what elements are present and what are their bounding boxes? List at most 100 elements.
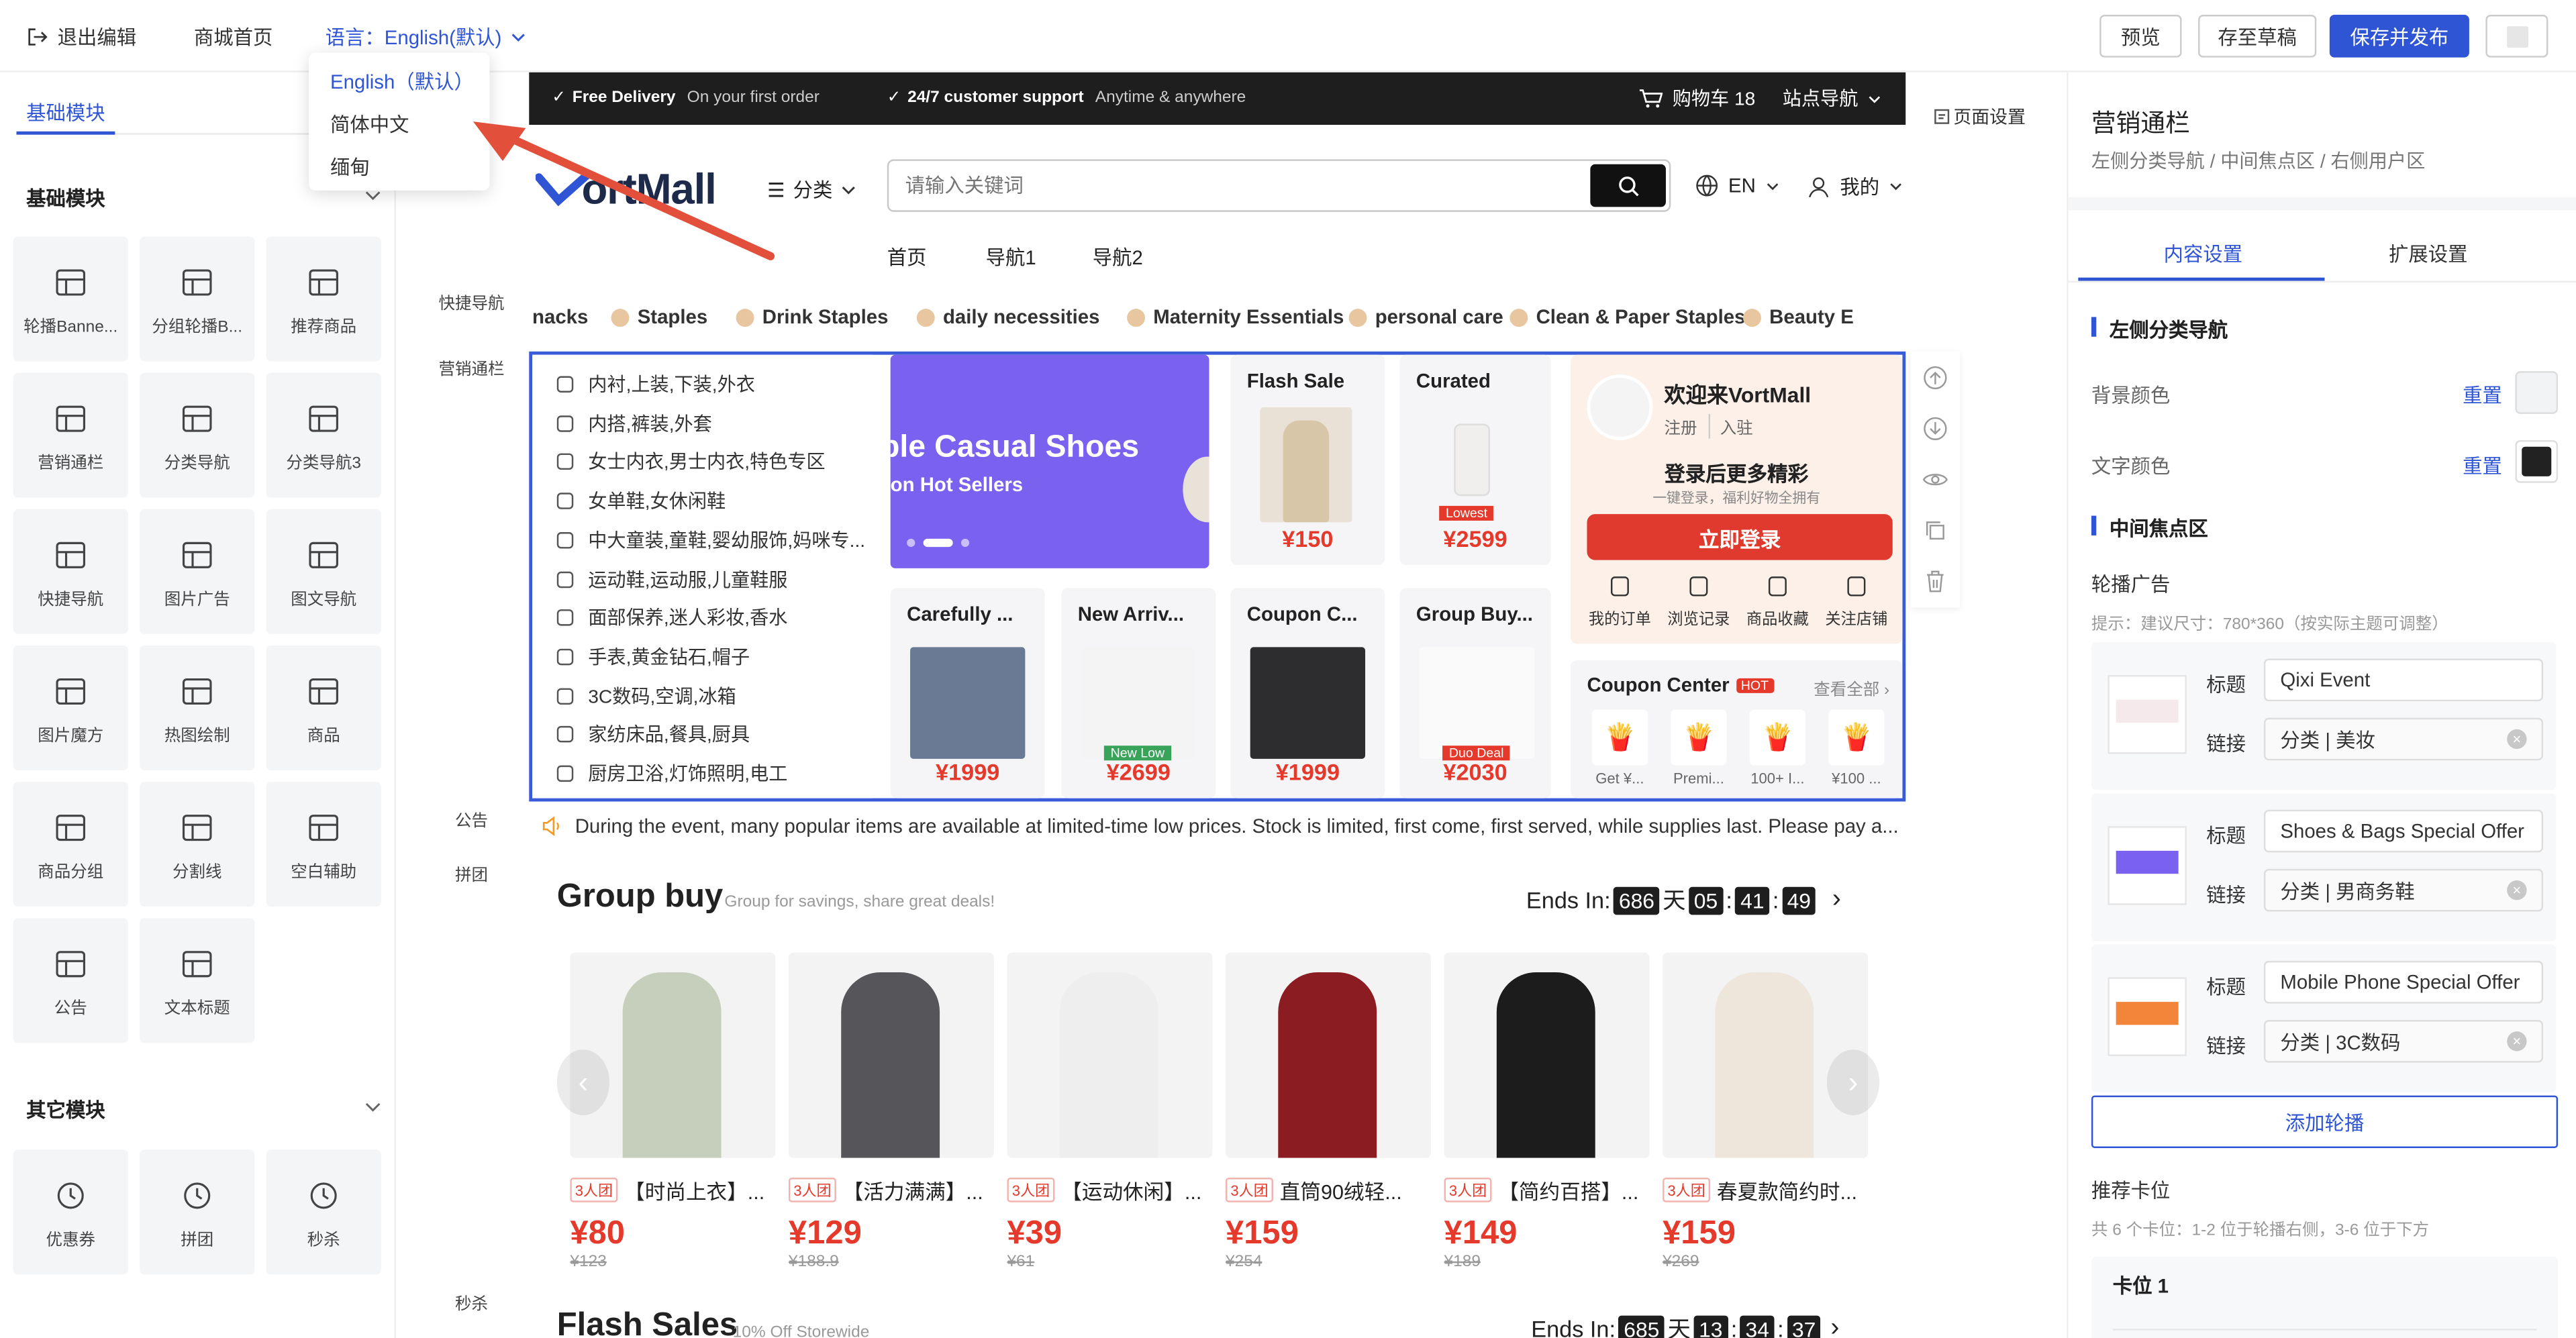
clear-icon[interactable]: × xyxy=(2507,729,2527,750)
module-tile-carousel-banner[interactable]: 轮播Banne... xyxy=(13,236,128,362)
module-tile-marketing-bar[interactable]: 营销通栏 xyxy=(13,372,128,498)
group-buy-product[interactable]: 3人团 【时尚上衣】... ¥80 ¥123 xyxy=(570,952,776,1272)
category-item[interactable]: 面部保养,迷人彩妆,香水 xyxy=(555,605,787,631)
coupon-item[interactable]: 🍟 Premi... xyxy=(1665,709,1734,786)
side-label-marketing-bar[interactable]: 营销通栏 xyxy=(421,355,523,379)
coupon-item[interactable]: 🍟 Get ¥... xyxy=(1585,709,1654,786)
module-tile-quick-nav[interactable]: 快捷导航 xyxy=(13,509,128,634)
group-buy-product[interactable]: 3人团 【简约百搭】... ¥149 ¥189 xyxy=(1444,952,1650,1272)
module-tile-product-group[interactable]: 商品分组 xyxy=(13,782,128,907)
group-buy-product[interactable]: 3人团 【运动休闲】... ¥39 ¥61 xyxy=(1007,952,1213,1272)
tab-basic-modules[interactable]: 基础模块 xyxy=(26,99,105,127)
text-color-swatch[interactable] xyxy=(2515,440,2559,483)
nav-item-2[interactable]: 导航2 xyxy=(1093,243,1143,271)
add-carousel-button[interactable]: 添加轮播 xyxy=(2091,1095,2559,1148)
module-tile-recommend-products[interactable]: 推荐商品 xyxy=(266,236,381,362)
module-tile-divider-line[interactable]: 分割线 xyxy=(140,782,255,907)
copy-icon[interactable] xyxy=(1922,517,1948,544)
side-label-flash-sale[interactable]: 秒杀 xyxy=(421,1289,523,1314)
language-option-chinese[interactable]: 简体中文 xyxy=(330,110,409,138)
register-link[interactable]: 注册 xyxy=(1665,414,1697,439)
language-switch[interactable]: EN xyxy=(1695,174,1779,197)
reset-text-color[interactable]: 重置 xyxy=(2463,452,2502,480)
site-nav-menu[interactable]: 站点导航 xyxy=(1783,85,1881,111)
clear-icon[interactable]: × xyxy=(2507,880,2527,900)
module-tile-image-text-nav[interactable]: 图文导航 xyxy=(266,509,381,634)
module-tile-blank-spacer[interactable]: 空白辅助 xyxy=(266,782,381,907)
side-label-group-buy[interactable]: 拼团 xyxy=(421,861,523,885)
module-tile-notice[interactable]: 公告 xyxy=(13,918,128,1043)
category-item[interactable]: 厨房卫浴,灯饰照明,电工 xyxy=(555,760,787,786)
category-item[interactable]: 内搭,裤装,外套 xyxy=(555,410,712,436)
category-item[interactable]: 运动鞋,运动服,儿童鞋服 xyxy=(555,566,787,592)
cart-link[interactable]: 购物车 18 xyxy=(1639,85,1755,111)
module-tile-hotspot-draw[interactable]: 热图绘制 xyxy=(140,645,255,770)
bg-color-swatch[interactable] xyxy=(2515,371,2559,414)
category-item[interactable]: 手表,黄金钻石,帽子 xyxy=(555,644,750,670)
language-selector[interactable]: 语言：English(默认) xyxy=(326,23,526,51)
coupon-item[interactable]: 🍟 ¥100 ... xyxy=(1822,709,1891,786)
module-tile-image-cube[interactable]: 图片魔方 xyxy=(13,645,128,770)
banner-thumbnail[interactable] xyxy=(2108,675,2187,754)
nav-item-1[interactable]: 导航1 xyxy=(986,243,1036,271)
banner-title-input[interactable]: Mobile Phone Special Offer xyxy=(2263,960,2544,1004)
reset-bg-color[interactable]: 重置 xyxy=(2463,381,2502,409)
eye-icon[interactable] xyxy=(1922,466,1948,493)
shop-home-link[interactable]: 商城首页 xyxy=(194,23,273,51)
banner-thumbnail[interactable] xyxy=(2108,977,2187,1056)
search-input[interactable] xyxy=(905,170,1563,201)
chevron-down-icon[interactable] xyxy=(364,1102,381,1112)
nav-home[interactable]: 首页 xyxy=(887,243,927,271)
carousel-prev-button[interactable]: ‹ xyxy=(556,1049,610,1115)
marketing-bar-section[interactable]: 内衬,上装,下装,外衣 内搭,裤装,外套女士内衣,男士内衣,特色专区 女单鞋,女休闲… xyxy=(529,351,1906,802)
coupon-item[interactable]: 🍟 100+ I... xyxy=(1743,709,1812,786)
quick-nav-item[interactable]: Staples xyxy=(611,305,707,329)
carousel-banner[interactable]: ble Casual Shoes on Hot Sellers xyxy=(890,354,1209,568)
module-tile-coupon[interactable]: 优惠券 xyxy=(13,1149,128,1275)
category-item[interactable]: 内衬,上装,下装,外衣 xyxy=(555,371,755,397)
module-tile-category-nav[interactable]: 分类导航 xyxy=(140,372,255,498)
quick-nav-item[interactable]: Beauty E xyxy=(1743,305,1854,329)
category-item[interactable]: 3C数码,空调,冰箱 xyxy=(555,682,736,709)
side-label-notice[interactable]: 公告 xyxy=(421,807,523,831)
carousel-dot-active[interactable] xyxy=(923,538,953,548)
tab-content-settings[interactable]: 内容设置 xyxy=(2164,240,2243,268)
quick-nav-item[interactable]: personal care xyxy=(1348,305,1503,329)
chevron-right-icon[interactable]: › xyxy=(1832,885,1841,915)
account-menu[interactable]: 我的 xyxy=(1807,172,1902,201)
save-publish-button[interactable]: 保存并发布 xyxy=(2329,15,2469,58)
preview-button[interactable]: 预览 xyxy=(2099,15,2182,58)
chevron-down-icon[interactable] xyxy=(364,191,381,201)
carousel-dot[interactable] xyxy=(907,538,915,548)
group-buy-product[interactable]: 3人团 春夏款简约时... ¥159 ¥269 xyxy=(1663,952,1869,1272)
recommend-card-curated[interactable]: Curated Lowest ¥2599 xyxy=(1399,354,1551,566)
module-tile-flash-sale[interactable]: 秒杀 xyxy=(266,1149,381,1275)
quick-nav-item[interactable]: nacks xyxy=(532,305,588,328)
quick-nav-item[interactable]: daily necessities xyxy=(916,305,1099,329)
category-item[interactable]: 家纺床品,餐具,厨具 xyxy=(555,721,750,748)
login-button[interactable]: 立即登录 xyxy=(1587,514,1893,560)
carousel-dot[interactable] xyxy=(960,538,970,548)
category-item[interactable]: 女士内衣,男士内衣,特色专区 xyxy=(555,449,826,475)
banner-link-select[interactable]: 分类 | 男商务鞋 × xyxy=(2263,868,2544,912)
view-all-coupons[interactable]: 查看全部 › xyxy=(1814,675,1889,700)
category-item[interactable]: 中大童装,童鞋,婴幼服饰,妈咪专... xyxy=(555,527,865,553)
quick-nav-item[interactable]: Maternity Essentials xyxy=(1127,305,1344,329)
move-down-icon[interactable] xyxy=(1922,415,1948,442)
user-action-orders[interactable]: 我的订单 xyxy=(1584,575,1656,629)
user-action-followed-shops[interactable]: 关注店铺 xyxy=(1820,575,1893,629)
exit-edit-button[interactable]: 退出编辑 xyxy=(26,23,136,51)
tab-extend-settings[interactable]: 扩展设置 xyxy=(2389,240,2468,268)
module-tile-image-ad[interactable]: 图片广告 xyxy=(140,509,255,634)
quick-nav-item[interactable]: Drink Staples xyxy=(736,305,888,329)
module-tile-text-title[interactable]: 文本标题 xyxy=(140,918,255,1043)
module-tile-group-carousel[interactable]: 分组轮播B... xyxy=(140,236,255,362)
recommend-card[interactable]: Coupon C... ¥1999 xyxy=(1230,588,1385,799)
category-item[interactable]: 女单鞋,女休闲鞋 xyxy=(555,488,726,514)
delete-icon[interactable] xyxy=(1922,568,1948,595)
banner-title-input[interactable]: Shoes & Bags Special Offer xyxy=(2263,809,2544,853)
recommend-card[interactable]: New Arriv... New Low ¥2699 xyxy=(1061,588,1216,799)
quick-nav-item[interactable]: Clean & Paper Staples xyxy=(1509,305,1745,329)
carousel-next-button[interactable]: › xyxy=(1826,1049,1880,1115)
module-tile-category-nav-3[interactable]: 分类导航3 xyxy=(266,372,381,498)
